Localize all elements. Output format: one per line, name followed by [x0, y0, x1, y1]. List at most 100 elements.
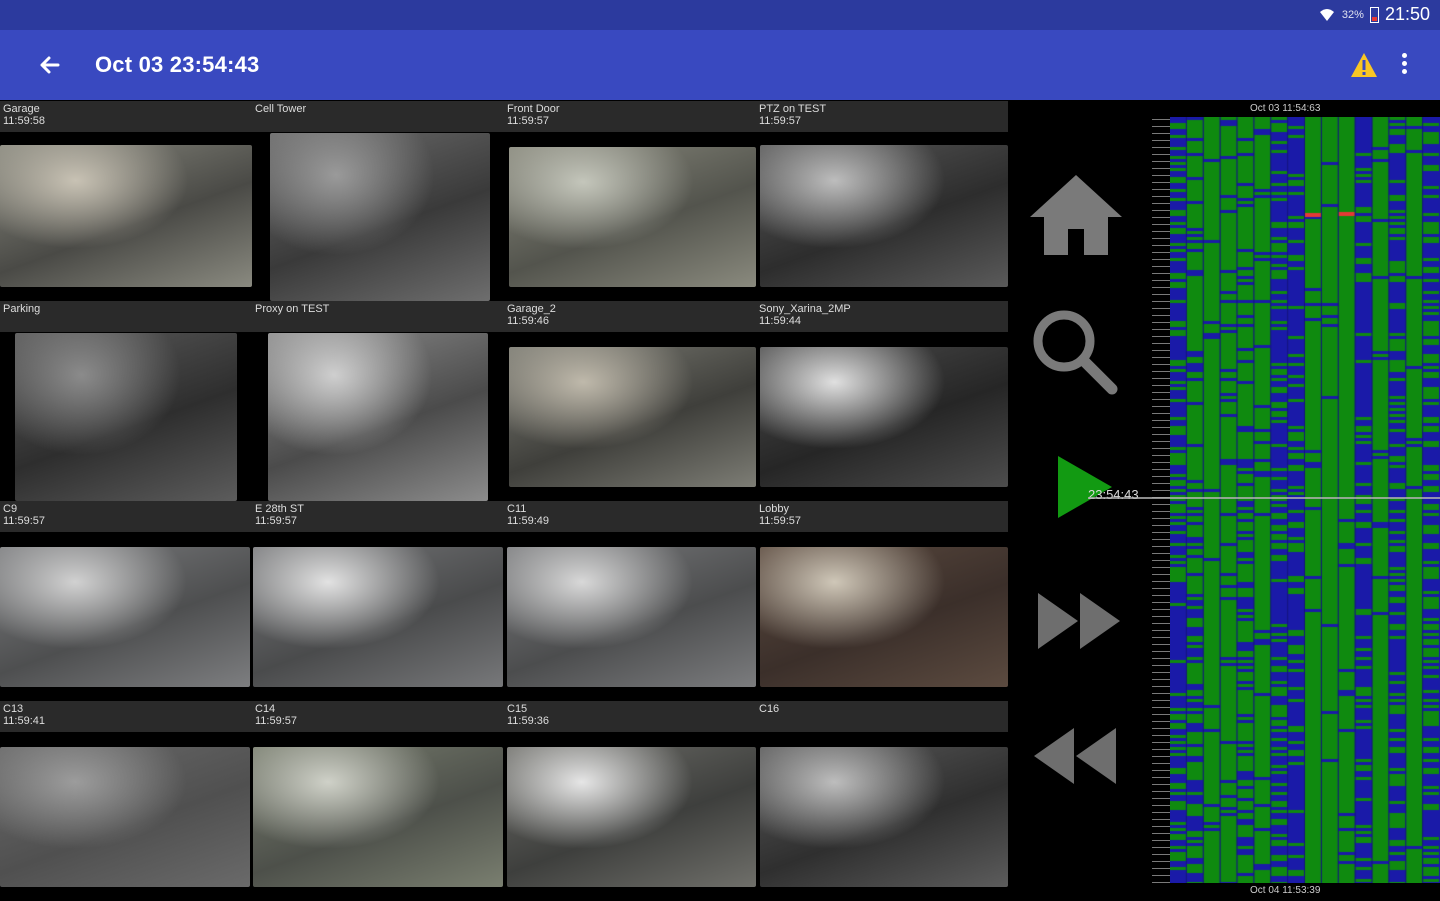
camera-feed: [760, 145, 1008, 287]
camera-tile[interactable]: C11 11:59:49: [504, 501, 756, 701]
camera-feed: [760, 347, 1008, 487]
camera-name: C13: [3, 703, 24, 715]
camera-feed-area: [0, 533, 252, 701]
warning-icon[interactable]: [1350, 52, 1378, 78]
camera-feed-area: [504, 333, 756, 501]
camera-name: Garage: [3, 103, 40, 115]
camera-tile[interactable]: C15 11:59:36: [504, 701, 756, 901]
camera-name: C15: [507, 703, 528, 715]
camera-time: 11:59:57: [3, 515, 46, 527]
camera-tile[interactable]: Proxy on TEST: [252, 301, 504, 501]
camera-feed: [760, 547, 1008, 687]
rewind-icon[interactable]: [1032, 726, 1118, 786]
camera-tile[interactable]: PTZ on TEST 11:59:57: [756, 101, 1008, 301]
camera-name: Front Door: [507, 103, 560, 115]
battery-icon: [1369, 6, 1379, 23]
camera-feed: [0, 747, 250, 887]
camera-name: Sony_Xarina_2MP: [759, 303, 851, 315]
camera-feed: [509, 147, 756, 287]
camera-name: Cell Tower: [255, 103, 307, 115]
camera-feed-area: [756, 533, 1008, 701]
camera-feed-area: [0, 133, 252, 301]
camera-header: PTZ on TEST 11:59:57: [756, 101, 1008, 132]
timeline-heatmap[interactable]: [1170, 117, 1440, 883]
camera-time: 11:59:41: [3, 715, 46, 727]
camera-header: Garage_2 11:59:46: [504, 301, 756, 332]
camera-tile[interactable]: Cell Tower: [252, 101, 504, 301]
camera-name: Garage_2: [507, 303, 556, 315]
timeline-ticks: [1152, 119, 1170, 883]
camera-header: Front Door 11:59:57: [504, 101, 756, 132]
playback-time: 23:54:43: [1088, 487, 1139, 502]
camera-header: C11 11:59:49: [504, 501, 756, 532]
camera-feed: [15, 333, 237, 501]
camera-tile[interactable]: Sony_Xarina_2MP 11:59:44: [756, 301, 1008, 501]
camera-feed: [270, 133, 490, 301]
camera-header: Lobby 11:59:57: [756, 501, 1008, 532]
camera-header: Cell Tower: [252, 101, 504, 132]
page-title: Oct 03 23:54:43: [95, 52, 260, 77]
search-icon[interactable]: [1030, 307, 1120, 397]
camera-header: Garage 11:59:58: [0, 101, 252, 132]
camera-tile[interactable]: C16: [756, 701, 1008, 901]
camera-name: Lobby: [759, 503, 789, 515]
app-bar: Oct 03 23:54:43: [0, 30, 1440, 100]
camera-feed: [509, 347, 756, 487]
camera-name: E 28th ST: [255, 503, 304, 515]
camera-tile[interactable]: Front Door 11:59:57: [504, 101, 756, 301]
camera-feed-area: [504, 733, 756, 901]
camera-time: 11:59:57: [255, 715, 298, 727]
camera-feed-area: [252, 133, 504, 301]
camera-time: 11:59:57: [759, 115, 802, 127]
camera-feed: [253, 747, 503, 887]
home-icon[interactable]: [1028, 173, 1124, 257]
camera-header: C14 11:59:57: [252, 701, 504, 732]
camera-header: Parking: [0, 301, 252, 332]
camera-feed: [253, 547, 503, 687]
camera-name: Proxy on TEST: [255, 303, 330, 315]
camera-tile[interactable]: E 28th ST 11:59:57: [252, 501, 504, 701]
camera-name: C9: [3, 503, 18, 515]
wifi-icon: [1319, 8, 1334, 21]
camera-name: C14: [255, 703, 276, 715]
camera-header: C13 11:59:41: [0, 701, 252, 732]
camera-name: PTZ on TEST: [759, 103, 827, 115]
camera-feed-area: [252, 333, 504, 501]
timeline-cursor[interactable]: [1088, 497, 1440, 499]
camera-grid: Garage 11:59:58 Cell Tower Front Door 11:59:…: [0, 101, 1008, 901]
camera-feed: [507, 547, 756, 687]
camera-time: 11:59:57: [759, 515, 802, 527]
camera-feed-area: [0, 333, 252, 501]
camera-feed: [507, 747, 756, 887]
camera-time: 11:59:44: [759, 315, 802, 327]
camera-header: C15 11:59:36: [504, 701, 756, 732]
timeline-start-label: Oct 03 11:54:63: [1250, 103, 1321, 114]
camera-tile[interactable]: Parking: [0, 301, 252, 501]
battery-percent: 32%: [1341, 8, 1364, 21]
camera-tile[interactable]: C14 11:59:57: [252, 701, 504, 901]
fast-forward-icon[interactable]: [1036, 591, 1122, 651]
camera-tile[interactable]: Garage 11:59:58: [0, 101, 252, 301]
camera-time: 11:59:57: [255, 515, 298, 527]
status-bar: 32% 21:50: [0, 0, 1440, 30]
camera-tile[interactable]: C9 11:59:57: [0, 501, 252, 701]
camera-feed-area: [504, 133, 756, 301]
camera-header: Sony_Xarina_2MP 11:59:44: [756, 301, 1008, 332]
timeline-end-label: Oct 04 11:53:39: [1250, 885, 1321, 896]
camera-tile[interactable]: Lobby 11:59:57: [756, 501, 1008, 701]
camera-feed-area: [756, 333, 1008, 501]
status-time: 21:50: [1384, 4, 1430, 24]
camera-feed: [760, 747, 1008, 887]
arrow-left-icon[interactable]: [34, 50, 64, 80]
camera-feed-area: [0, 733, 252, 901]
camera-feed: [0, 145, 252, 287]
camera-header: C9 11:59:57: [0, 501, 252, 532]
camera-time: 11:59:49: [507, 515, 550, 527]
camera-header: Proxy on TEST: [252, 301, 504, 332]
camera-tile[interactable]: C13 11:59:41: [0, 701, 252, 901]
camera-name: C11: [507, 503, 527, 515]
camera-feed-area: [252, 733, 504, 901]
more-vert-icon[interactable]: [1396, 50, 1412, 80]
motion-timeline: Oct 03 11:54:63 Oct 04 11:53:39: [1150, 101, 1440, 900]
camera-tile[interactable]: Garage_2 11:59:46: [504, 301, 756, 501]
